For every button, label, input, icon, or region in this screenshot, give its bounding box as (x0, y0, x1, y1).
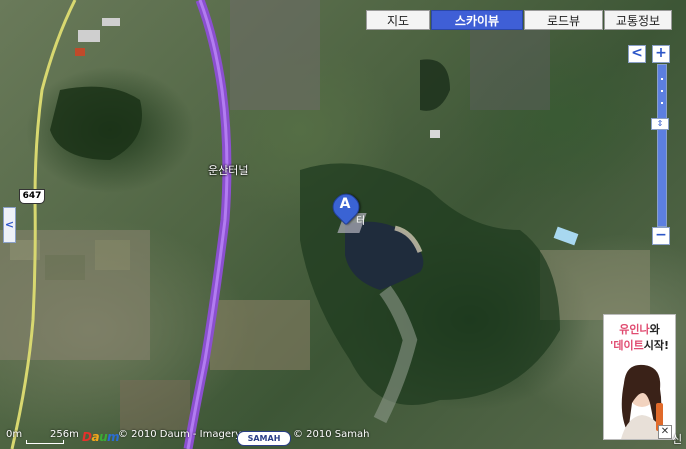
ad-close-button[interactable]: ✕ (658, 425, 672, 439)
zoom-slider-handle[interactable]: ⇕ (651, 118, 669, 130)
place-label: 운산터널 (208, 164, 249, 177)
provincial-road (10, 0, 77, 449)
daum-logo[interactable]: Daum (82, 430, 120, 444)
zoom-tick (661, 90, 663, 92)
zoom-slider-track[interactable] (657, 64, 667, 227)
satellite-map[interactable]: 지도 스카이뷰 로드뷰 교통정보 < + ⇕ − < 647 운산터널 A 터 … (0, 0, 686, 449)
zoom-out-button[interactable]: − (652, 227, 670, 245)
marker-tag: 터 (356, 216, 366, 227)
tab-map[interactable]: 지도 (366, 10, 430, 30)
imagery-attribution: © 2010 Daum - Imagery (118, 429, 242, 440)
pan-left-button[interactable]: < (628, 45, 646, 63)
tab-skyview[interactable]: 스카이뷰 (431, 10, 523, 30)
marker-letter: A (339, 196, 351, 212)
scale-end-label: 256m (50, 429, 79, 440)
zoom-in-button[interactable]: + (652, 45, 670, 63)
samah-attribution: © 2010 Samah (293, 429, 370, 440)
ad-corner-text: 신 (672, 433, 683, 446)
zoom-tick (661, 102, 663, 104)
ad-headline: 유인나와 (619, 323, 660, 336)
tab-traffic[interactable]: 교통정보 (604, 10, 672, 30)
scale-start-label: 0m (6, 429, 23, 440)
samah-logo: SAMAH (237, 431, 291, 446)
zoom-tick (661, 78, 663, 80)
tab-roadview[interactable]: 로드뷰 (524, 10, 603, 30)
highlighted-route (183, 0, 232, 449)
ad-subheadline: '데이트시작! (610, 339, 669, 352)
side-panel-toggle[interactable]: < (3, 207, 16, 243)
road-number-shield: 647 (19, 189, 45, 204)
advertisement-banner[interactable]: 유인나와 '데이트시작! (603, 314, 676, 440)
